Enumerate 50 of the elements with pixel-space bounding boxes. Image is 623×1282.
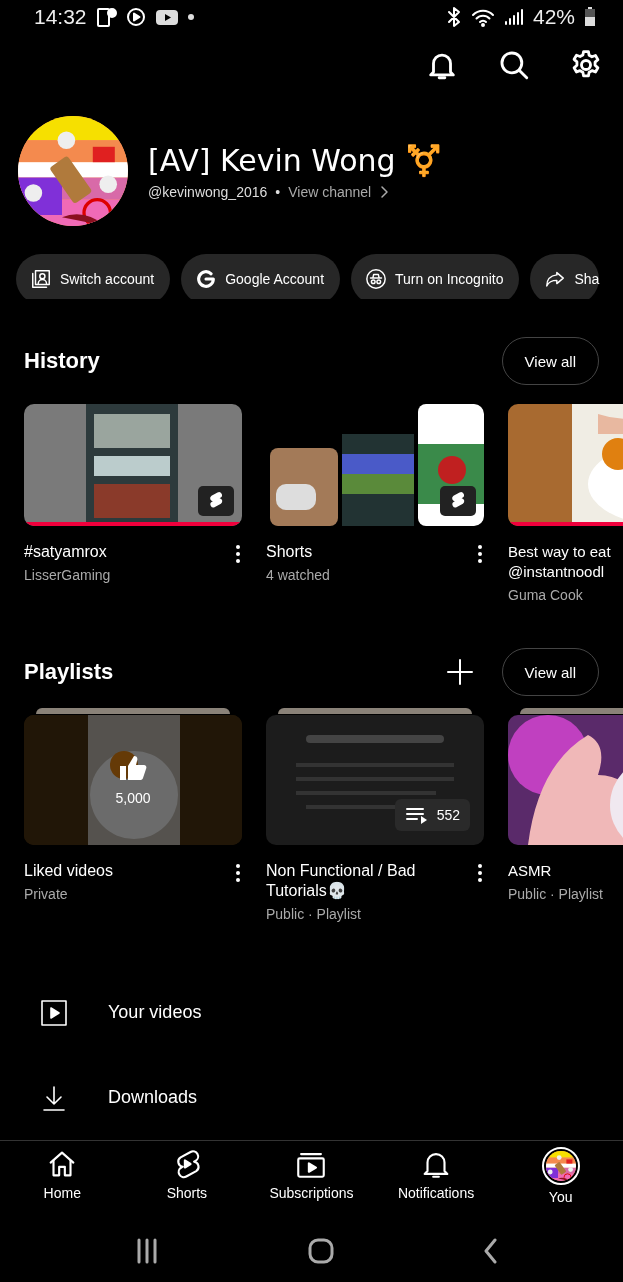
channel-name: [AV] Kevin Wong ⚧ xyxy=(148,142,443,178)
phone-info-icon xyxy=(94,6,117,29)
item-subtitle: Public · Playlist xyxy=(508,886,604,903)
item-subtitle: LisserGaming xyxy=(24,567,112,584)
chip-button[interactable]: Sha xyxy=(530,254,600,300)
nav-tab[interactable]: Subscriptions xyxy=(249,1147,374,1220)
play-circle-icon xyxy=(124,6,147,29)
section-title: Playlists xyxy=(24,659,115,686)
item-title[interactable]: ASMR xyxy=(508,861,623,882)
item-title[interactable]: Liked videos xyxy=(24,861,218,882)
chevron-right-icon xyxy=(379,184,390,199)
download-icon xyxy=(40,1083,68,1112)
more-options-icon[interactable] xyxy=(234,863,242,884)
back-icon[interactable] xyxy=(482,1237,499,1264)
more-options-icon[interactable] xyxy=(476,863,484,884)
google-icon xyxy=(195,268,218,291)
view-channel-link[interactable]: View channel xyxy=(288,183,372,200)
menu-item[interactable]: Your videos xyxy=(108,1002,202,1024)
item-subtitle: Guma Cook xyxy=(508,587,584,604)
account-icon xyxy=(30,268,52,291)
play-box-icon xyxy=(40,998,68,1027)
nav-tab[interactable]: Notifications xyxy=(373,1147,499,1220)
status-time: 14:32 xyxy=(34,5,87,30)
menu-item[interactable]: Downloads xyxy=(108,1087,198,1109)
home-button-icon[interactable] xyxy=(307,1237,334,1264)
nav-tab[interactable]: You xyxy=(498,1147,623,1220)
chip-button[interactable]: Turn on Incognito xyxy=(351,254,520,300)
channel-handle: @kevinwong_2016 xyxy=(148,183,268,200)
add-icon xyxy=(445,658,474,687)
incognito-icon xyxy=(365,268,388,291)
item-title[interactable]: Best way to eat @instantnoodl xyxy=(508,542,623,583)
playlist-count: 552 xyxy=(436,807,460,824)
item-title[interactable]: Shorts xyxy=(266,542,460,563)
dot-icon xyxy=(186,13,195,22)
item-subtitle: 4 watched xyxy=(266,567,331,584)
chip-button[interactable]: Switch account xyxy=(16,254,171,300)
separator-dot: • xyxy=(275,183,281,200)
section-title: History xyxy=(24,348,101,375)
battery-icon xyxy=(583,6,597,29)
item-subtitle: Public · Playlist xyxy=(266,906,362,923)
chip-button[interactable]: Google Account xyxy=(181,254,341,300)
playlist-count: 5,000 xyxy=(115,790,151,807)
nav-tab[interactable]: Shorts xyxy=(124,1147,250,1220)
battery-percent: 42% xyxy=(532,5,575,30)
item-title[interactable]: Non Functional / Bad Tutorials💀 xyxy=(266,861,460,902)
item-subtitle: Private xyxy=(24,886,69,903)
more-options-icon[interactable] xyxy=(234,544,242,565)
more-options-icon[interactable] xyxy=(476,544,484,565)
item-title[interactable]: #satyamrox xyxy=(24,542,218,563)
nav-tab[interactable]: Home xyxy=(0,1147,125,1220)
